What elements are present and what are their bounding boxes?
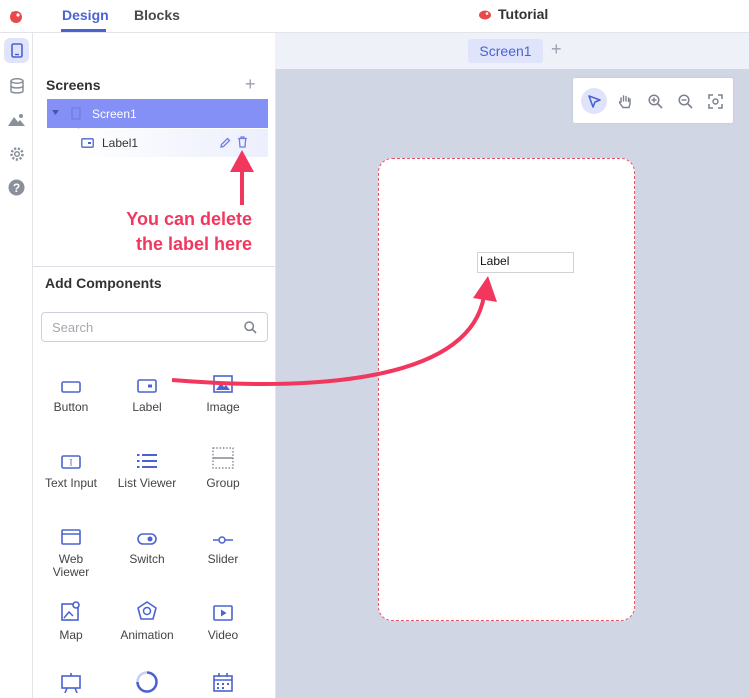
screen-icon[interactable] <box>4 38 29 63</box>
gear-icon[interactable] <box>4 141 29 166</box>
web-viewer-icon <box>61 529 81 545</box>
map-icon <box>61 601 80 621</box>
tab-design[interactable]: Design <box>62 7 109 23</box>
hand-icon[interactable] <box>612 88 638 114</box>
component-video[interactable]: Video <box>185 593 261 642</box>
component-switch[interactable]: Switch <box>109 517 185 566</box>
pointer-icon[interactable] <box>581 88 607 114</box>
panel-divider <box>33 266 276 267</box>
component-image-label: Image <box>206 400 240 414</box>
video-icon <box>213 605 233 621</box>
component-label[interactable]: Label <box>109 365 185 414</box>
component-text-input-label: Text Input <box>44 476 98 490</box>
list-icon <box>137 454 157 468</box>
add-components-heading: Add Components <box>45 275 162 291</box>
project-logo-icon <box>479 10 491 20</box>
spinner-icon[interactable] <box>135 670 159 694</box>
label-item-icon <box>81 138 94 148</box>
component-web-viewer[interactable]: Web Viewer <box>33 517 109 579</box>
add-screen-button[interactable]: + <box>551 39 562 60</box>
screen-item-icon <box>71 107 81 120</box>
canvas-toolbar <box>573 78 733 123</box>
database-icon[interactable] <box>4 73 29 98</box>
search-icon[interactable] <box>244 321 257 334</box>
annotation-line-1: You can delete <box>126 209 252 229</box>
fit-screen-icon[interactable] <box>702 88 728 114</box>
design-canvas[interactable]: Label <box>275 69 749 698</box>
component-button[interactable]: Button <box>33 365 109 414</box>
zoom-out-icon[interactable] <box>672 88 698 114</box>
phone-preview[interactable]: Label <box>378 158 635 621</box>
component-switch-label: Switch <box>129 552 165 566</box>
edit-pencil-icon[interactable] <box>220 137 231 148</box>
tree-item-screen1[interactable]: Screen1 <box>47 99 268 128</box>
component-text-input[interactable]: I Text Input <box>33 441 109 490</box>
tree-item-label1[interactable]: Label1 <box>77 129 268 157</box>
presentation-icon[interactable] <box>61 673 81 693</box>
label-icon <box>137 379 157 393</box>
component-label-label: Label <box>132 400 162 414</box>
group-icon <box>212 447 234 469</box>
text-input-icon: I <box>61 455 81 469</box>
project-name: Tutorial <box>498 6 549 22</box>
component-animation[interactable]: Animation <box>109 593 185 642</box>
component-slider[interactable]: Slider <box>185 517 261 566</box>
project-title: Tutorial <box>478 6 548 22</box>
animation-icon <box>137 601 157 620</box>
image-icon <box>213 375 233 393</box>
component-button-label: Button <box>53 400 89 414</box>
component-group-label: Group <box>206 476 240 490</box>
svg-text:?: ? <box>13 181 20 195</box>
annotation-line-2: the label here <box>135 234 252 254</box>
app-logo-icon[interactable] <box>8 8 24 24</box>
tree-item-screen1-label: Screen1 <box>92 107 137 121</box>
screens-heading: Screens <box>46 77 101 93</box>
screen-tab-screen1[interactable]: Screen1 <box>468 39 543 63</box>
caret-down-icon[interactable] <box>52 110 59 116</box>
component-image[interactable]: Image <box>185 365 261 414</box>
component-map-label: Map <box>59 628 83 642</box>
add-screen-plus-button[interactable]: + <box>245 74 256 95</box>
component-list-viewer[interactable]: List Viewer <box>109 441 185 490</box>
component-animation-label: Animation <box>120 628 174 642</box>
label-component[interactable]: Label <box>477 252 574 273</box>
component-search-input[interactable]: Search <box>41 312 268 342</box>
slider-icon <box>213 536 233 544</box>
help-icon[interactable]: ? <box>4 175 29 200</box>
component-slider-label: Slider <box>207 552 239 566</box>
screen-tabs-bar: Screen1 + <box>275 33 749 69</box>
switch-icon <box>137 533 157 545</box>
zoom-in-icon[interactable] <box>642 88 668 114</box>
search-placeholder: Search <box>52 320 94 335</box>
component-list-viewer-label: List Viewer <box>117 476 177 490</box>
left-icon-rail: ? <box>0 33 33 698</box>
component-group[interactable]: Group <box>185 441 261 490</box>
active-tab-indicator <box>61 29 106 32</box>
tree-item-label1-label: Label1 <box>102 136 139 150</box>
delete-trash-icon[interactable] <box>237 136 248 148</box>
calendar-icon[interactable] <box>213 673 233 692</box>
top-bar: Design Blocks Tutorial <box>0 0 749 33</box>
tutorial-annotation: You can delete the label here <box>104 207 252 257</box>
tab-blocks[interactable]: Blocks <box>134 7 180 23</box>
components-panel: Screens + Screen1 Label1 Add Components … <box>33 69 276 698</box>
component-web-viewer-label: Web Viewer <box>52 552 90 579</box>
component-video-label: Video <box>207 628 239 642</box>
image-icon[interactable] <box>4 107 29 132</box>
component-map[interactable]: Map <box>33 593 109 642</box>
svg-text:I: I <box>70 458 73 468</box>
button-icon <box>61 381 81 393</box>
